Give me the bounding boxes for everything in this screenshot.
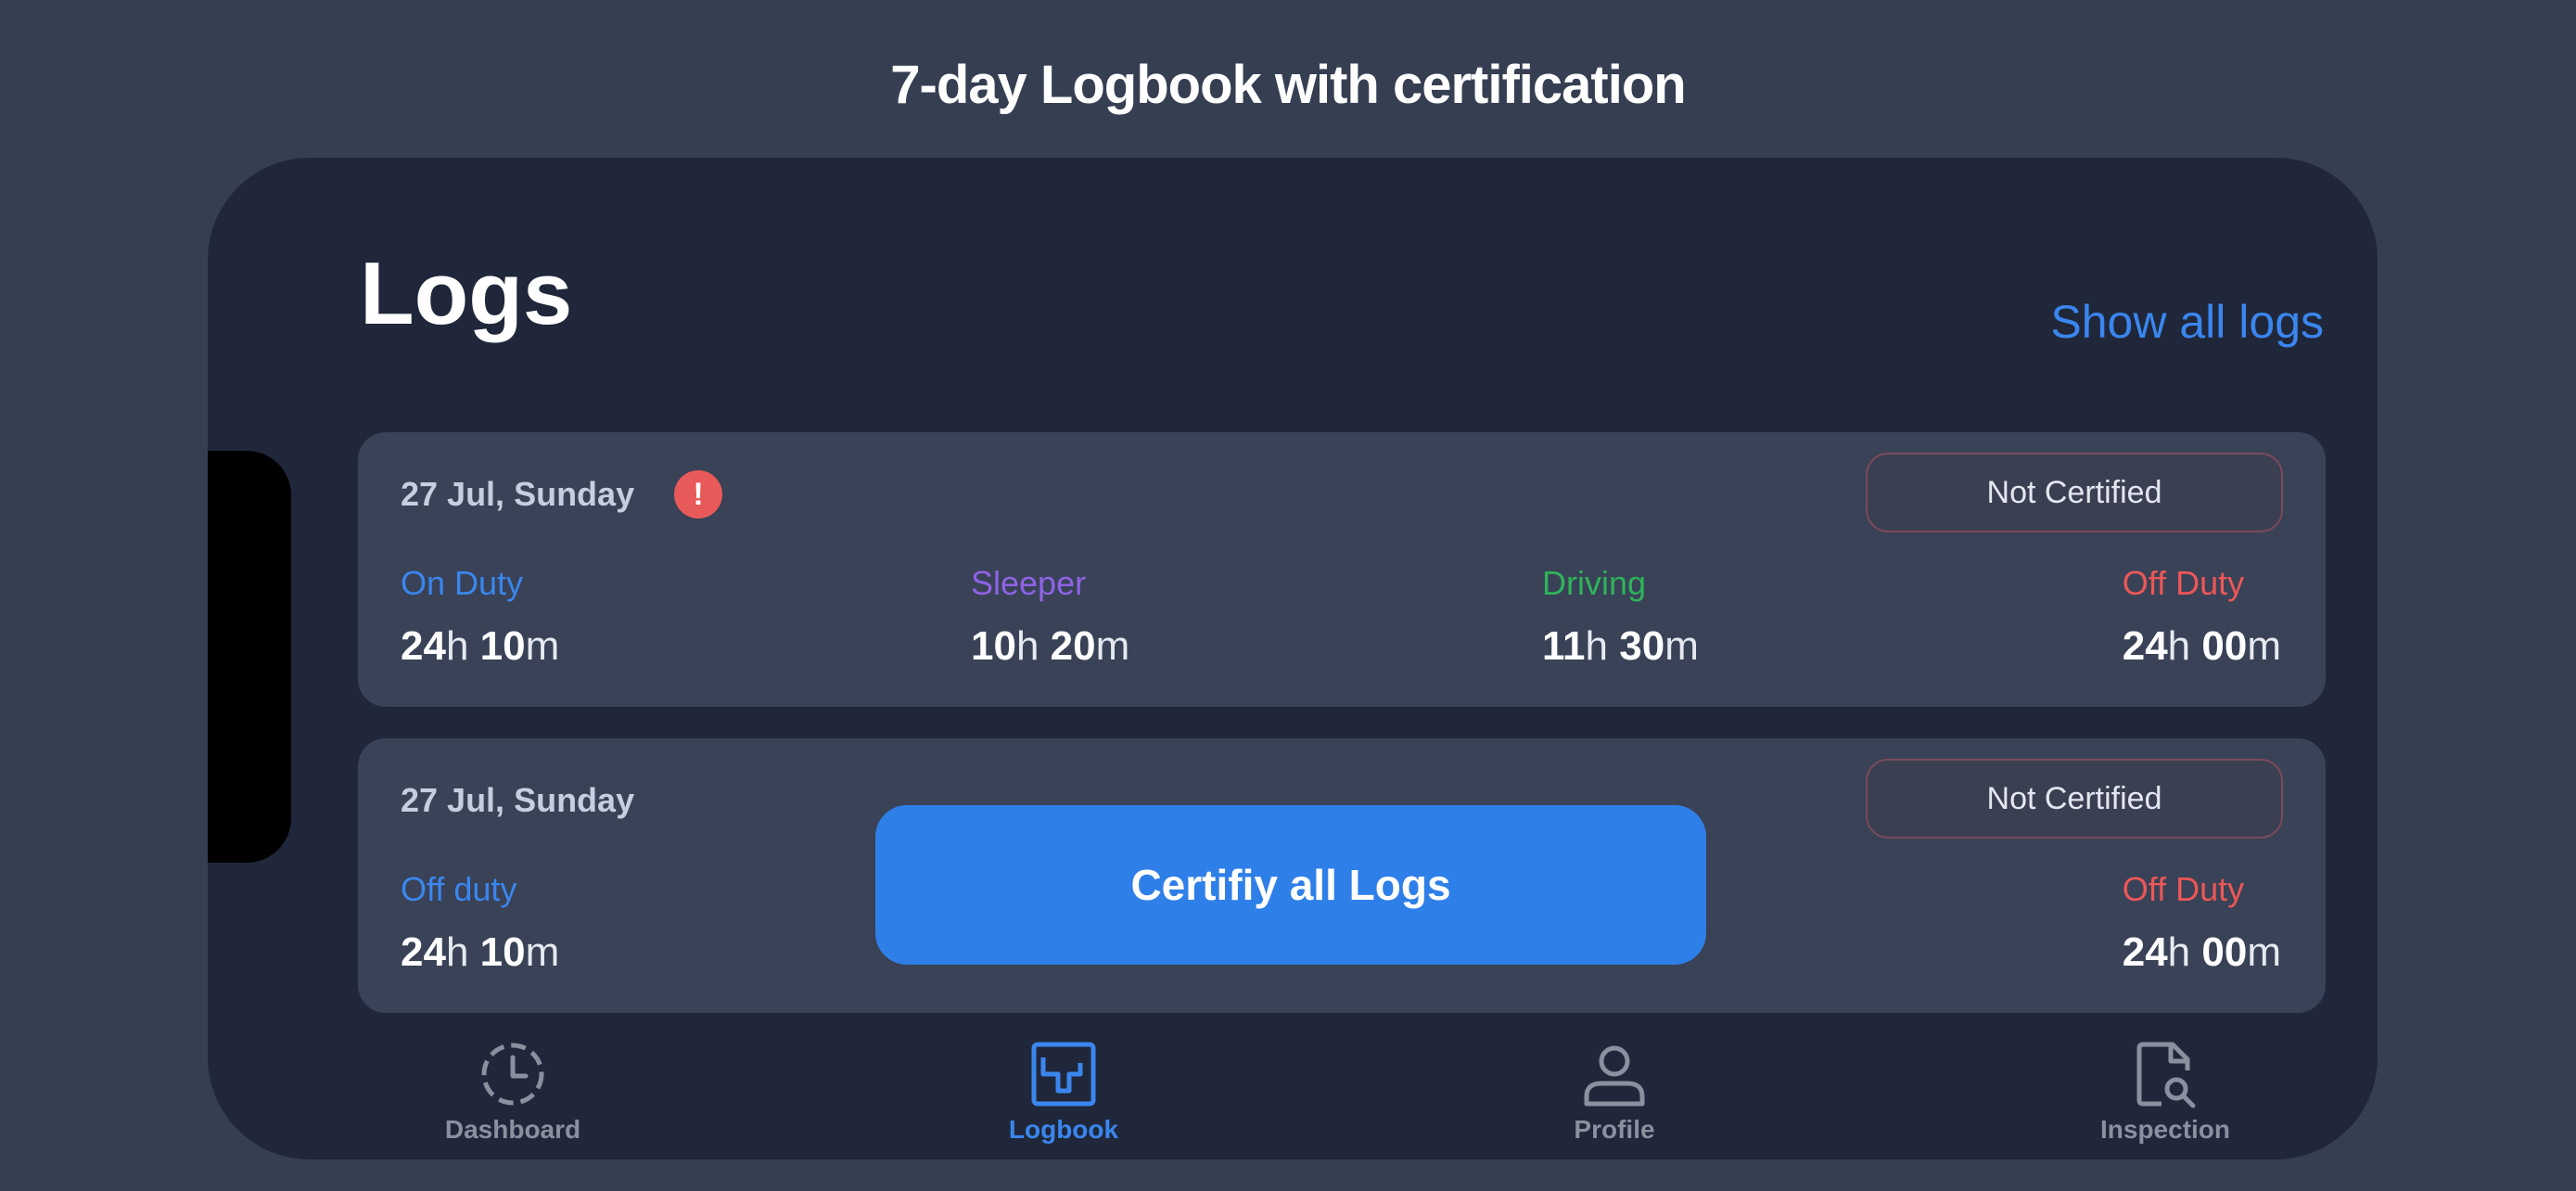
tab-label: Inspection — [2099, 1115, 2230, 1144]
stat-label: Off Duty — [2122, 870, 2245, 908]
phone-screen: Logs Show all logs 27 Jul, Sunday ! Not … — [208, 158, 2378, 1159]
stat-value: 10h 20m — [971, 623, 1130, 669]
clock-history-icon — [481, 1043, 544, 1106]
certification-status-badge[interactable]: Not Certified — [1866, 453, 2283, 532]
stat-value: 24h 10m — [401, 623, 560, 669]
bottom-tab-bar: Dashboard Logbook Profile Inspection — [208, 1039, 2378, 1159]
stat-on-duty: On Duty 24h 10m — [401, 564, 559, 670]
stat-off-duty-first: Off duty 24h 10m — [401, 870, 559, 976]
tab-label: Dashboard — [444, 1115, 581, 1144]
stat-value: 24h 10m — [401, 929, 560, 975]
log-date: 27 Jul, Sunday — [401, 475, 635, 513]
stat-label: Driving — [1542, 564, 1647, 602]
device-notch — [208, 451, 291, 863]
tab-profile[interactable]: Profile — [1494, 1039, 1735, 1159]
page-title: 7-day Logbook with certification — [890, 55, 1686, 115]
stat-value: 11h 30m — [1542, 623, 1699, 669]
logs-title: Logs — [360, 244, 573, 343]
tab-logbook[interactable]: Logbook — [943, 1039, 1184, 1159]
stat-value: 24h 00m — [2122, 623, 2281, 669]
stat-value: 24h 00m — [2122, 929, 2281, 975]
stat-off-duty: Off Duty 24h 00m — [2123, 870, 2281, 976]
tab-label: Profile — [1574, 1115, 1655, 1144]
show-all-logs-link[interactable]: Show all logs — [2050, 295, 2324, 349]
stat-label: Off duty — [401, 870, 517, 908]
stat-label: On Duty — [401, 564, 524, 602]
stat-label: Off Duty — [2122, 564, 2245, 602]
user-icon — [1584, 1045, 1645, 1107]
logbook-icon — [1031, 1042, 1096, 1107]
certification-status-badge[interactable]: Not Certified — [1866, 759, 2283, 839]
tab-label: Logbook — [1008, 1115, 1119, 1144]
log-card[interactable]: 27 Jul, Sunday ! Not Certified On Duty 2… — [358, 432, 2326, 707]
stat-label: Sleeper — [971, 564, 1087, 602]
stat-sleeper: Sleeper 10h 20m — [971, 564, 1129, 670]
stat-driving: Driving 11h 30m — [1542, 564, 1699, 670]
tab-dashboard[interactable]: Dashboard — [392, 1039, 633, 1159]
document-search-icon — [2136, 1042, 2196, 1108]
certify-all-logs-button[interactable]: Certifiy all Logs — [875, 805, 1706, 965]
stat-off-duty: Off Duty 24h 00m — [2123, 564, 2281, 670]
alert-icon: ! — [674, 470, 722, 519]
tab-inspection[interactable]: Inspection — [2045, 1039, 2286, 1159]
log-date: 27 Jul, Sunday — [401, 781, 635, 819]
